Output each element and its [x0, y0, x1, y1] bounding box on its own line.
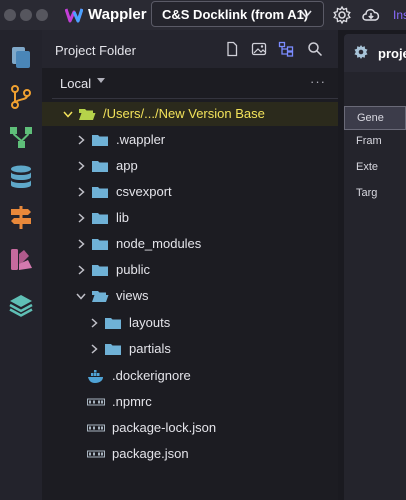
- tree-item-label: public: [116, 262, 150, 277]
- cloud-download-icon[interactable]: [361, 5, 381, 25]
- tree-file-item[interactable]: package.json: [42, 442, 338, 466]
- tree-item-label: layouts: [129, 315, 171, 330]
- project-folder-panel: Project Folder Local ··· /Users/.../New …: [42, 30, 338, 500]
- folder-icon: [105, 344, 121, 355]
- settings-item-label: Targ: [356, 187, 378, 199]
- folder-open-icon: [92, 291, 109, 302]
- database-icon[interactable]: [8, 164, 34, 190]
- app-brand: Wappler: [88, 6, 147, 23]
- tree-folder-item[interactable]: node_modules: [42, 232, 338, 256]
- project-selector[interactable]: C&S Docklink (from A1): [151, 1, 324, 27]
- tree-item-label: app: [116, 158, 138, 173]
- panel-title: Project Folder: [55, 43, 136, 58]
- panel-header: Project Folder: [42, 30, 338, 68]
- chevron-down-icon: [300, 10, 312, 19]
- tree-folder-item[interactable]: layouts: [42, 311, 338, 335]
- folder-icon: [92, 239, 108, 250]
- insights-link[interactable]: Ins: [393, 8, 406, 22]
- window-minimize-button[interactable]: [20, 9, 32, 21]
- git-icon[interactable]: [8, 84, 34, 110]
- settings-item-frameworks[interactable]: Fram: [344, 130, 406, 154]
- activity-bar: [0, 30, 42, 500]
- scope-label: Local: [60, 76, 92, 91]
- tree-folder-item[interactable]: /Users/.../New Version Base: [42, 102, 338, 126]
- npm-icon: [87, 398, 105, 406]
- tree-item-label: .npmrc: [112, 394, 152, 409]
- workflow-icon[interactable]: [8, 124, 34, 150]
- gear-icon[interactable]: [332, 5, 352, 25]
- folder-icon: [105, 318, 121, 329]
- title-bar: Wappler C&S Docklink (from A1) Ins: [0, 0, 406, 30]
- chevron-right-icon[interactable]: [88, 343, 100, 355]
- project-selector-label: C&S Docklink (from A1): [162, 7, 309, 22]
- folder-icon: [92, 265, 108, 276]
- design-icon[interactable]: [8, 246, 34, 272]
- tree-item-label: /Users/.../New Version Base: [103, 106, 265, 121]
- tree-folder-item[interactable]: app: [42, 154, 338, 178]
- npm-icon: [87, 450, 105, 458]
- tree-file-item[interactable]: .dockerignore: [42, 364, 338, 388]
- search-icon[interactable]: [307, 41, 323, 57]
- settings-item-label: Gene: [357, 112, 384, 124]
- settings-nav: Gene Fram Exte Targ: [344, 72, 406, 500]
- tree-view-icon[interactable]: [278, 41, 294, 57]
- chevron-right-icon[interactable]: [75, 238, 87, 250]
- chevron-right-icon[interactable]: [75, 134, 87, 146]
- tree-item-label: package-lock.json: [112, 420, 217, 435]
- chevron-right-icon[interactable]: [75, 160, 87, 172]
- tree-folder-item[interactable]: views: [42, 284, 338, 308]
- tree-file-item[interactable]: package-lock.json: [42, 416, 338, 440]
- tab-project-settings[interactable]: projec: [344, 34, 406, 72]
- tree-folder-item[interactable]: lib: [42, 206, 338, 230]
- folder-icon: [92, 135, 108, 146]
- tree-file-item[interactable]: .npmrc: [42, 390, 338, 414]
- chevron-right-icon[interactable]: [88, 317, 100, 329]
- more-options-button[interactable]: ···: [310, 74, 326, 89]
- wappler-logo-icon: [65, 8, 83, 23]
- divider: [52, 98, 338, 99]
- folder-icon: [92, 161, 108, 172]
- npm-icon: [87, 424, 105, 432]
- routing-icon[interactable]: [8, 204, 34, 230]
- chevron-right-icon[interactable]: [75, 264, 87, 276]
- gear-icon: [354, 45, 368, 59]
- tree-item-label: partials: [129, 341, 171, 356]
- settings-item-label: Exte: [356, 161, 379, 173]
- tree-folder-item[interactable]: csvexport: [42, 180, 338, 204]
- tab-label: projec: [378, 46, 406, 61]
- tree-folder-item[interactable]: partials: [42, 337, 338, 361]
- tree-folder-item[interactable]: .wappler: [42, 128, 338, 152]
- folder-open-icon: [79, 109, 96, 120]
- editor-area: projec Gene Fram Exte Targ: [338, 30, 406, 500]
- folder-icon: [92, 213, 108, 224]
- settings-item-extensions[interactable]: Exte: [344, 156, 406, 180]
- settings-item-general[interactable]: Gene: [344, 106, 406, 130]
- target-scope-selector[interactable]: Local ···: [42, 68, 338, 98]
- tree-folder-item[interactable]: public: [42, 258, 338, 282]
- tree-item-label: node_modules: [116, 236, 202, 251]
- tree-item-label: lib: [116, 210, 130, 225]
- tree-item-label: views: [116, 288, 149, 303]
- chevron-down-icon[interactable]: [75, 290, 87, 302]
- image-icon[interactable]: [251, 41, 267, 57]
- chevron-right-icon[interactable]: [75, 212, 87, 224]
- layers-icon[interactable]: [8, 292, 34, 318]
- window-close-button[interactable]: [4, 9, 16, 21]
- new-file-icon[interactable]: [224, 41, 240, 57]
- settings-item-label: Fram: [356, 135, 382, 147]
- tree-item-label: csvexport: [116, 184, 172, 199]
- tree-item-label: package.json: [112, 446, 189, 461]
- folder-icon: [92, 187, 108, 198]
- docker-icon: [88, 370, 103, 383]
- window-zoom-button[interactable]: [36, 9, 48, 21]
- chevron-right-icon[interactable]: [75, 186, 87, 198]
- chevron-down-icon[interactable]: [62, 108, 74, 120]
- settings-item-targets[interactable]: Targ: [344, 182, 406, 206]
- tree-item-label: .dockerignore: [112, 368, 191, 383]
- caret-down-icon: [97, 78, 105, 83]
- files-icon[interactable]: [8, 44, 34, 70]
- tree-item-label: .wappler: [116, 132, 166, 147]
